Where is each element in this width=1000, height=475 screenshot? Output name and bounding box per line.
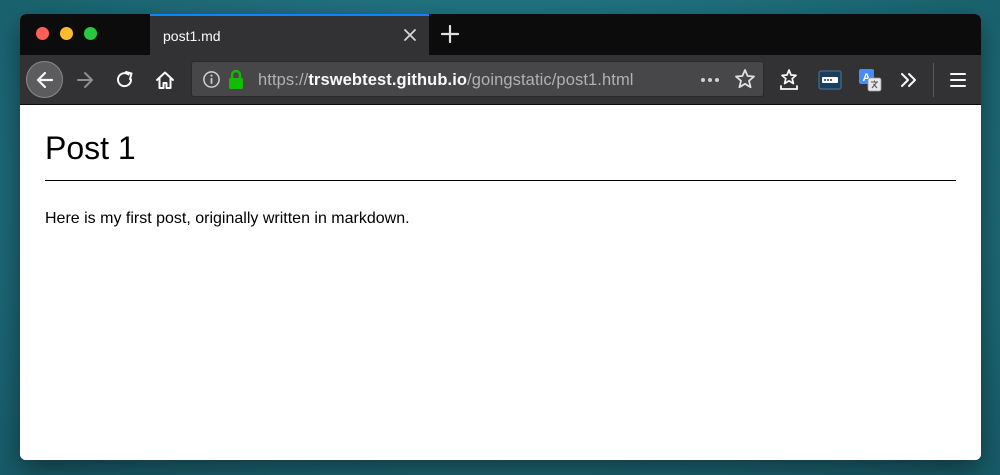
page-content: Post 1 Here is my first post, originally… xyxy=(20,105,981,460)
hamburger-menu-icon[interactable] xyxy=(948,70,968,95)
toolbar-separator xyxy=(933,63,934,97)
back-arrow-icon xyxy=(36,71,54,89)
url-bar[interactable]: https://trswebtest.github.io/goingstatic… xyxy=(191,61,764,97)
nav-toolbar: https://trswebtest.github.io/goingstatic… xyxy=(20,55,981,105)
plus-icon[interactable] xyxy=(440,24,460,44)
tab-title: post1.md xyxy=(163,28,221,44)
maximize-window-button[interactable] xyxy=(84,27,97,40)
page-actions-icon[interactable] xyxy=(699,70,721,95)
url-path: /goingstatic/post1.html xyxy=(467,71,634,89)
home-icon[interactable] xyxy=(154,69,176,96)
tab-bar: post1.md xyxy=(20,14,981,55)
url-host: trswebtest.github.io xyxy=(308,71,468,89)
browser-window: post1.md https://trswebtest.github.io/go… xyxy=(20,14,981,460)
minimize-window-button[interactable] xyxy=(60,27,73,40)
close-window-button[interactable] xyxy=(36,27,49,40)
tab-post1[interactable]: post1.md xyxy=(150,14,429,55)
post-body-text: Here is my first post, originally writte… xyxy=(45,210,410,227)
title-divider xyxy=(45,180,956,181)
back-button[interactable] xyxy=(26,61,63,98)
translate-icon[interactable]: A xyxy=(858,68,882,97)
forward-arrow-icon[interactable] xyxy=(75,70,95,95)
page-title: Post 1 xyxy=(45,130,136,166)
info-icon[interactable] xyxy=(202,70,221,94)
close-icon[interactable] xyxy=(401,26,419,44)
url-text: https://trswebtest.github.io/goingstatic… xyxy=(258,71,634,90)
pocket-icon[interactable] xyxy=(778,68,800,97)
bookmark-star-icon[interactable] xyxy=(734,68,756,95)
lock-icon[interactable] xyxy=(227,69,245,95)
password-manager-icon[interactable] xyxy=(818,70,842,95)
reload-icon[interactable] xyxy=(115,70,135,95)
url-scheme: https:// xyxy=(258,71,309,89)
overflow-chevron-icon[interactable] xyxy=(899,70,919,95)
